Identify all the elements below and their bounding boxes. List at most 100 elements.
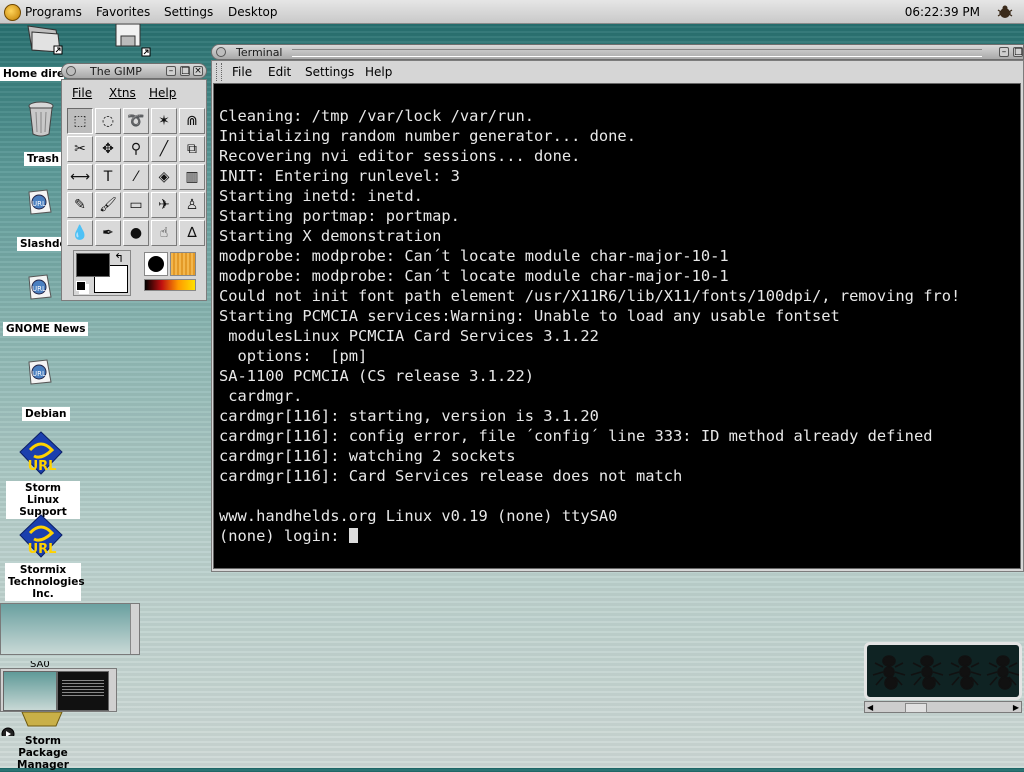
terminal-prompt-line[interactable]: (none) login: — [219, 526, 960, 546]
scroll-right-arrow-icon[interactable]: ▶ — [1013, 703, 1019, 712]
desktop-menu[interactable]: Desktop — [228, 4, 278, 20]
transform-tool-icon[interactable]: ⧉ — [179, 136, 205, 162]
terminal-line: Recovering nvi editor sessions... done. — [219, 147, 581, 165]
gimp-titlebar[interactable]: The GIMP – □ × — [61, 63, 207, 79]
terminal-titlebar[interactable]: Terminal – □ — [211, 44, 1024, 60]
task-thumbnails[interactable] — [0, 668, 117, 712]
applet-scroll-thumb[interactable] — [905, 703, 927, 713]
pager-desktop-preview[interactable] — [0, 603, 140, 655]
terminal-edit-menu[interactable]: Edit — [268, 61, 291, 83]
pager-label: SA0 — [30, 661, 50, 668]
storm-url-icon[interactable]: URL — [16, 430, 66, 476]
bezier-select-tool-icon[interactable]: ⋒ — [179, 108, 205, 134]
programs-menu[interactable]: Programs — [25, 4, 82, 20]
terminal-menubar: File Edit Settings Help — [212, 61, 1023, 83]
scroll-left-arrow-icon[interactable]: ◀ — [867, 703, 873, 712]
gimp-menubar: File Xtns Help — [62, 82, 206, 104]
terminal-line: cardmgr[116]: starting, version is 3.1.2… — [219, 407, 599, 425]
gimp-close-button[interactable]: × — [193, 66, 203, 76]
menubar-handle[interactable] — [216, 63, 222, 81]
terminal-file-menu[interactable]: File — [232, 61, 252, 83]
bug-icon[interactable] — [996, 4, 1014, 20]
gimp-title: The GIMP — [90, 65, 142, 78]
terminal-line: Starting portmap: portmap. — [219, 207, 460, 225]
terminal-help-menu[interactable]: Help — [365, 61, 392, 83]
eraser-tool-icon[interactable]: ▭ — [123, 192, 149, 218]
magnify-tool-icon[interactable]: ⚲ — [123, 136, 149, 162]
gradient-preview[interactable] — [144, 279, 196, 291]
terminal-line: modprobe: modprobe: Can´t locate module … — [219, 247, 729, 265]
storm-package-manager-icon[interactable] — [0, 712, 66, 736]
flip-tool-icon[interactable]: ⟷ — [67, 164, 93, 190]
free-select-tool-icon[interactable]: ➰ — [123, 108, 149, 134]
measure-tool-icon[interactable]: ∆ — [179, 220, 205, 246]
rect-select-tool-icon[interactable]: ⬚ — [67, 108, 93, 134]
iscissors-tool-icon[interactable]: ✂ — [67, 136, 93, 162]
gimp-help-menu[interactable]: Help — [149, 82, 176, 104]
clone-tool-icon[interactable]: ♙ — [179, 192, 205, 218]
floppy-icon[interactable] — [110, 24, 154, 58]
blend-tool-icon[interactable]: ▥ — [179, 164, 205, 190]
dodge-burn-tool-icon[interactable]: ● — [123, 220, 149, 246]
terminal-line: INIT: Entering runlevel: 3 — [219, 167, 460, 185]
text-tool-icon[interactable]: T — [95, 164, 121, 190]
paintbrush-tool-icon[interactable]: 🖌 — [95, 192, 121, 218]
pattern-preview[interactable] — [170, 252, 196, 276]
terminal-window-menu-button[interactable] — [216, 47, 226, 57]
gimp-maximize-button[interactable]: □ — [180, 66, 190, 76]
terminal-line: Starting PCMCIA services:Warning: Unable… — [219, 307, 840, 325]
settings-menu[interactable]: Settings — [164, 4, 213, 20]
smudge-tool-icon[interactable]: ☝ — [151, 220, 177, 246]
foreground-color-swatch[interactable] — [76, 253, 110, 277]
ants-applet[interactable] — [864, 642, 1022, 700]
clock[interactable]: 06:22:39 PM — [905, 4, 980, 20]
terminal-line: Starting X demonstration — [219, 227, 442, 245]
terminal-screen[interactable]: Cleaning: /tmp /var/lock /var/run. Initia… — [213, 83, 1021, 569]
terminal-minimize-button[interactable]: – — [999, 47, 1009, 57]
svg-text:URL: URL — [32, 370, 46, 378]
terminal-line: Initializing random number generator... … — [219, 127, 636, 145]
terminal-settings-menu[interactable]: Settings — [305, 61, 354, 83]
pager-scrollbar[interactable] — [130, 604, 139, 654]
url-link-icon[interactable]: URL — [25, 358, 53, 386]
storm-url-icon[interactable]: URL — [16, 513, 66, 559]
trash-label[interactable]: Trash — [24, 152, 62, 166]
gimp-color-area[interactable]: ↰ — [73, 250, 131, 296]
pencil-tool-icon[interactable]: ✎ — [67, 192, 93, 218]
terminal-line: modprobe: modprobe: Can´t locate module … — [219, 267, 729, 285]
terminal-maximize-button[interactable]: □ — [1013, 47, 1023, 57]
airbrush-tool-icon[interactable]: ✈ — [151, 192, 177, 218]
debian-label[interactable]: Debian — [22, 407, 70, 421]
text-cursor — [348, 528, 358, 543]
applet-scrollbar[interactable]: ◀ ▶ — [864, 701, 1022, 713]
color-picker-tool-icon[interactable]: ⁄ — [123, 164, 149, 190]
crop-tool-icon[interactable]: ╱ — [151, 136, 177, 162]
storm-package-manager-label[interactable]: Storm Package Manager — [14, 734, 72, 772]
ellipse-select-tool-icon[interactable]: ◌ — [95, 108, 121, 134]
ink-tool-icon[interactable]: ✒ — [95, 220, 121, 246]
gimp-xtns-menu[interactable]: Xtns — [109, 82, 136, 104]
gimp-file-menu[interactable]: File — [72, 82, 92, 104]
gimp-minimize-button[interactable]: – — [166, 66, 176, 76]
move-tool-icon[interactable]: ✥ — [95, 136, 121, 162]
url-link-icon[interactable]: URL — [25, 273, 53, 301]
default-colors-icon[interactable] — [76, 281, 86, 291]
trash-icon[interactable] — [24, 100, 58, 138]
task-thumb-terminal[interactable] — [57, 671, 109, 711]
swap-colors-icon[interactable]: ↰ — [114, 251, 124, 265]
favorites-menu[interactable]: Favorites — [96, 4, 150, 20]
home-folder-icon[interactable] — [26, 24, 66, 56]
stormix-technologies-label[interactable]: Stormix Technologies Inc. — [5, 563, 85, 601]
gnome-foot-icon[interactable] — [4, 4, 21, 21]
bucket-fill-tool-icon[interactable]: ◈ — [151, 164, 177, 190]
terminal-line: cardmgr[116]: config error, file ´config… — [219, 427, 933, 445]
gnome-news-label[interactable]: GNOME News — [3, 322, 89, 336]
convolve-tool-icon[interactable]: 💧 — [67, 220, 93, 246]
url-link-icon[interactable]: URL — [25, 188, 53, 216]
fuzzy-select-tool-icon[interactable]: ✶ — [151, 108, 177, 134]
task-thumb-desktop[interactable] — [3, 671, 57, 711]
gimp-window-menu-button[interactable] — [66, 66, 76, 76]
brush-preview[interactable] — [144, 252, 168, 276]
home-directory-label[interactable]: Home direct — [0, 67, 64, 81]
